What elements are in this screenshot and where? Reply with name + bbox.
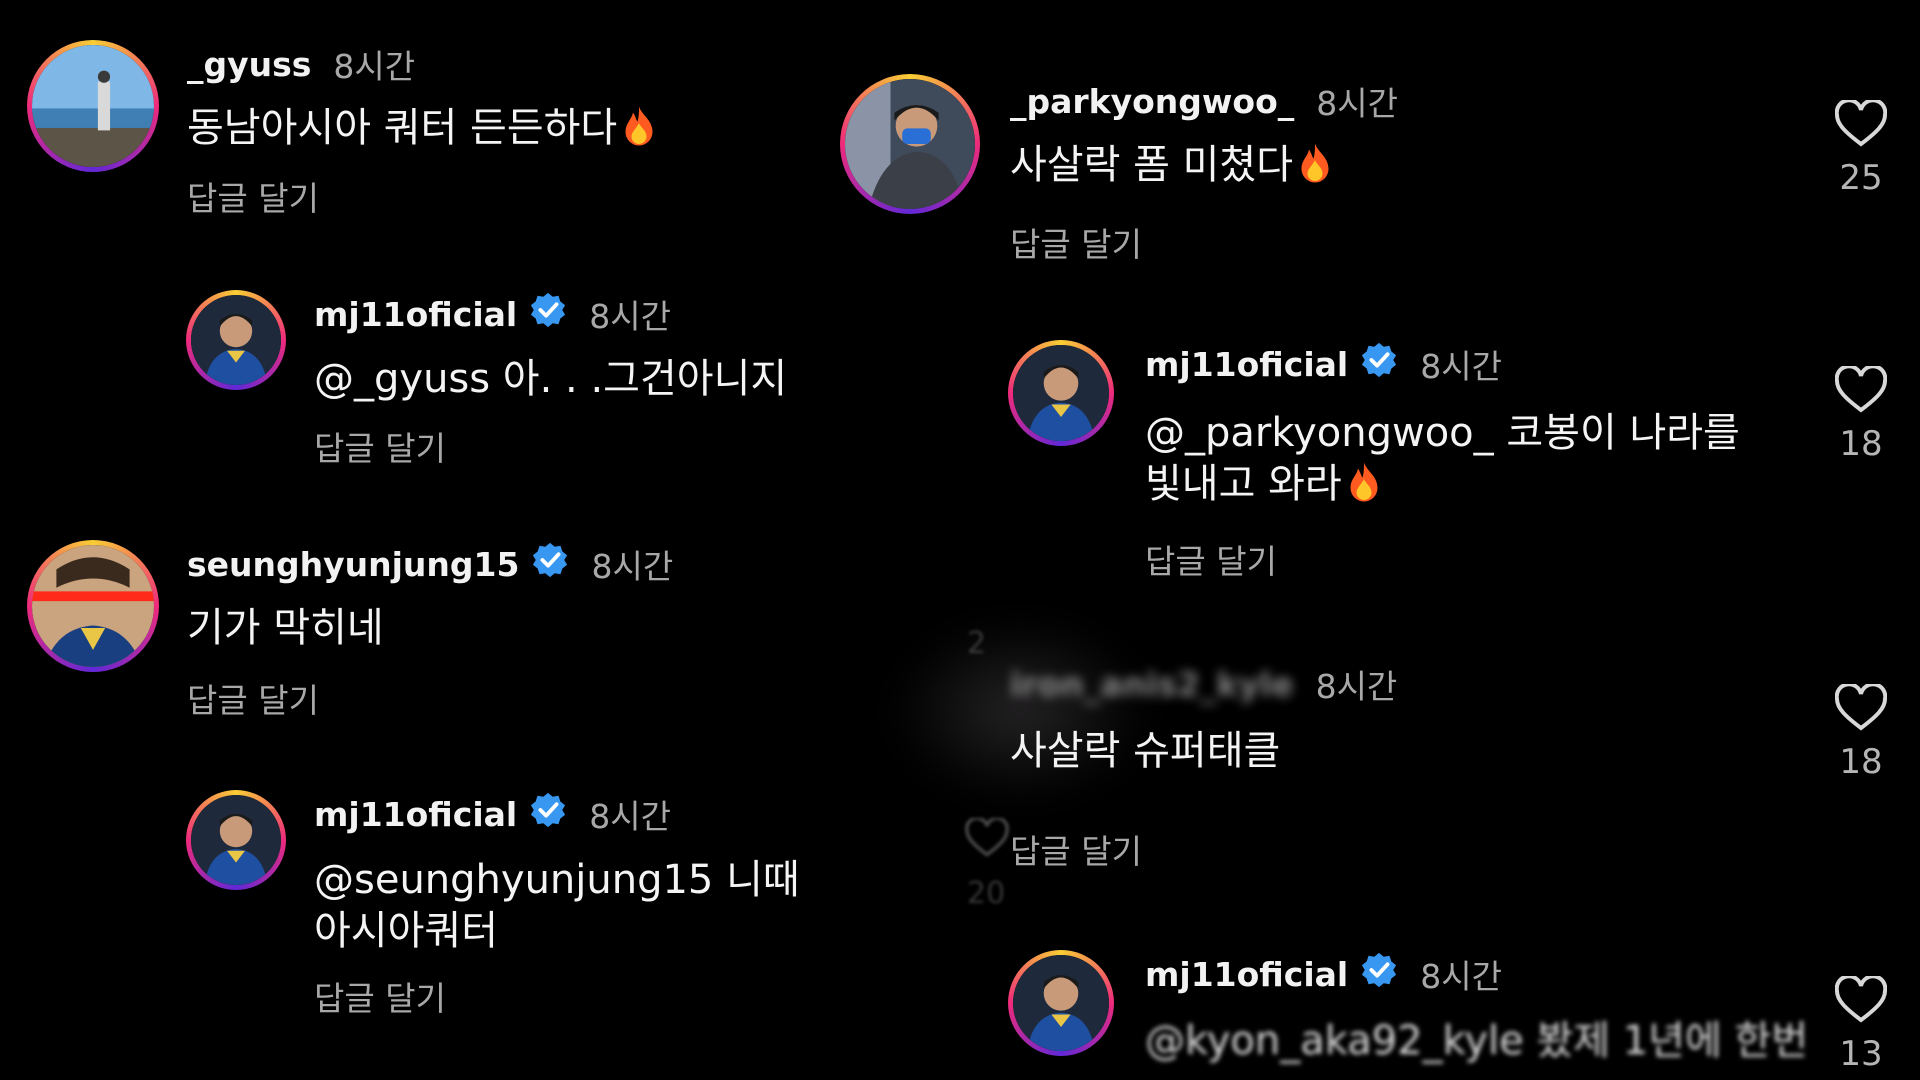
comment-text: 사살락 폼 미쳤다 xyxy=(1010,140,1333,197)
like-count: 25 xyxy=(1839,158,1883,198)
comment-time: 8시간 xyxy=(1316,84,1398,123)
avatar-photo-player xyxy=(1013,345,1109,441)
comment-text-line: 빛내고 와라 xyxy=(1145,459,1740,516)
verified-badge-icon xyxy=(529,291,567,337)
avatar[interactable] xyxy=(1008,340,1114,446)
like-count: 13 xyxy=(1839,1034,1883,1074)
left-comments-panel: _gyuss 8시간 동남아시아 쿼터 든든하다 답글 달기 mj11ofici… xyxy=(0,0,800,1080)
avatar-photo-beach xyxy=(32,45,154,167)
verified-badge-icon xyxy=(531,541,569,587)
comment-text: @_parkyongwoo_ 코봉이 나라를 빛내고 와라 xyxy=(1145,408,1740,516)
comment-text-line: @seunghyunjung15 니때문이야 xyxy=(314,857,800,903)
heart-icon xyxy=(1834,682,1888,731)
fire-emoji-icon xyxy=(1297,142,1333,197)
comment-username[interactable]: iron_anis2_kyle xyxy=(1010,665,1294,704)
comment-text: 동남아시아 쿼터 든든하다 xyxy=(187,103,657,160)
reply-button[interactable]: 답글 달기 xyxy=(1010,825,1142,873)
comment-time: 8시간 xyxy=(589,297,671,336)
reply-button[interactable]: 답글 달기 xyxy=(1145,535,1277,583)
verified-badge-icon xyxy=(529,791,567,837)
avatar[interactable] xyxy=(27,40,159,172)
comment-time: 8시간 xyxy=(589,797,671,836)
fire-emoji-icon xyxy=(621,105,657,160)
avatar[interactable] xyxy=(840,74,980,214)
comment-time: 8시간 xyxy=(333,47,416,86)
like-count: 18 xyxy=(1839,742,1883,782)
comment-time: 8시간 xyxy=(591,547,674,586)
verified-badge-icon xyxy=(1360,951,1398,997)
comment-username[interactable]: mj11oficial xyxy=(1145,955,1348,994)
reply-button[interactable]: 답글 달기 xyxy=(314,972,446,1020)
heart-icon xyxy=(1834,364,1888,413)
avatar[interactable] xyxy=(27,540,159,672)
reply-button[interactable]: 답글 달기 xyxy=(1010,218,1142,266)
reply-button[interactable]: 답글 달기 xyxy=(187,172,319,220)
right-comments-panel: _parkyongwoo_ 8시간 사살락 폼 미쳤다 답글 달기 25 mj1… xyxy=(800,0,1920,1080)
avatar-photo-masked-man xyxy=(845,79,975,209)
heart-icon xyxy=(1834,974,1888,1023)
comment-time: 8시간 xyxy=(1315,667,1398,706)
reply-button[interactable]: 답글 달기 xyxy=(187,674,319,722)
ghost-heart-icon xyxy=(965,816,1009,862)
like-button[interactable]: 25 xyxy=(1826,98,1896,198)
avatar-photo-player xyxy=(191,795,281,885)
comment-username[interactable]: seunghyunjung15 xyxy=(187,545,519,584)
comment-text: @seunghyunjung15 니때문이야 아시아쿼터 xyxy=(314,855,800,957)
comment-username[interactable]: _parkyongwoo_ xyxy=(1010,82,1294,121)
like-count: 18 xyxy=(1839,424,1883,464)
comment-username[interactable]: _gyuss xyxy=(187,45,311,84)
verified-badge-icon xyxy=(1360,341,1398,387)
like-button[interactable]: 18 xyxy=(1826,364,1896,464)
ghost-like-count: 20 xyxy=(967,876,1006,911)
avatar[interactable] xyxy=(186,290,286,390)
avatar-photo-laser-eyes xyxy=(32,545,154,667)
comment-username[interactable]: mj11oficial xyxy=(1145,345,1348,384)
comment-text: 사살락 슈퍼태클 xyxy=(1010,728,1281,774)
like-button[interactable]: 13 xyxy=(1826,974,1896,1074)
heart-icon xyxy=(1834,98,1888,147)
comment-time: 8시간 xyxy=(1420,347,1502,386)
comment-text-line: 아시아쿼터 xyxy=(314,908,498,955)
comment-text-line: @_parkyongwoo_ 코봉이 나라를 xyxy=(1145,410,1740,456)
avatar[interactable] xyxy=(186,790,286,890)
reply-button[interactable]: 답글 달기 xyxy=(314,422,446,470)
ghost-like-count: 2 xyxy=(967,626,987,661)
like-button[interactable]: 18 xyxy=(1826,682,1896,782)
comment-time: 8시간 xyxy=(1420,957,1502,996)
avatar[interactable] xyxy=(1008,950,1114,1056)
comment-text: 기가 막히네 xyxy=(187,605,384,651)
fire-emoji-icon xyxy=(1346,461,1382,516)
avatar-photo-player xyxy=(191,295,281,385)
comment-text: @_gyuss 아. . .그건아니지 xyxy=(314,356,788,402)
comment-username[interactable]: mj11oficial xyxy=(314,795,517,834)
comment-username[interactable]: mj11oficial xyxy=(314,295,517,334)
avatar-photo-player xyxy=(1013,955,1109,1051)
comment-text: @kyon_aka92_kyle 봤제 1년에 한번 xyxy=(1145,1018,1809,1064)
